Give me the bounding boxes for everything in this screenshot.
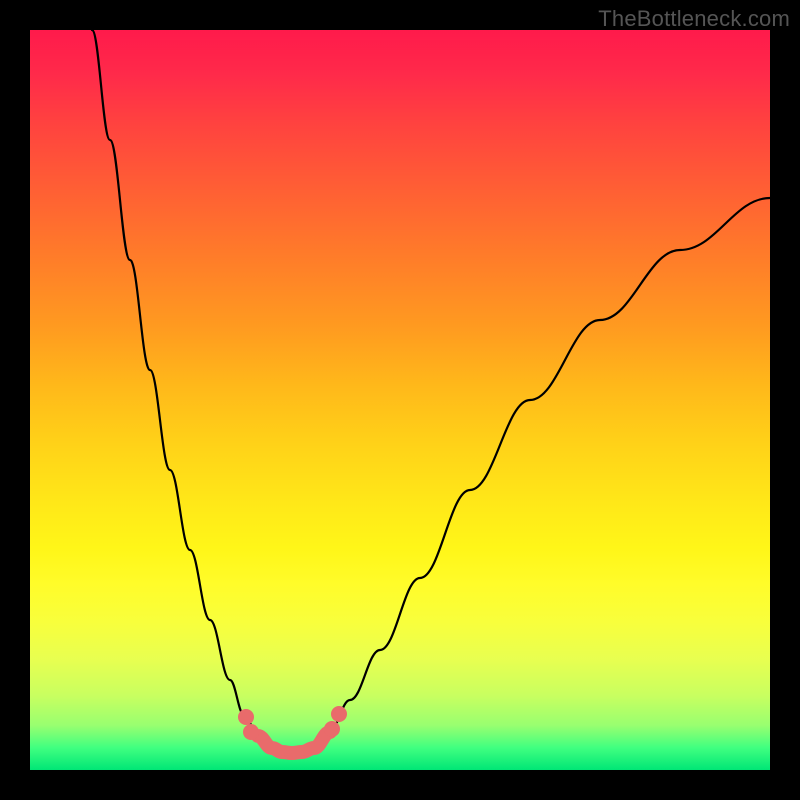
curve-left	[92, 30, 272, 748]
curve-right	[314, 198, 770, 748]
valley-dot	[243, 724, 259, 740]
valley-dots	[238, 706, 347, 740]
valley-dot	[238, 709, 254, 725]
watermark-text: TheBottleneck.com	[598, 6, 790, 32]
valley-dot	[324, 721, 340, 737]
chart-frame: TheBottleneck.com	[0, 0, 800, 800]
valley-dot	[331, 706, 347, 722]
plot-area	[30, 30, 770, 770]
valley-curve	[258, 732, 330, 753]
curve-overlay	[30, 30, 770, 770]
